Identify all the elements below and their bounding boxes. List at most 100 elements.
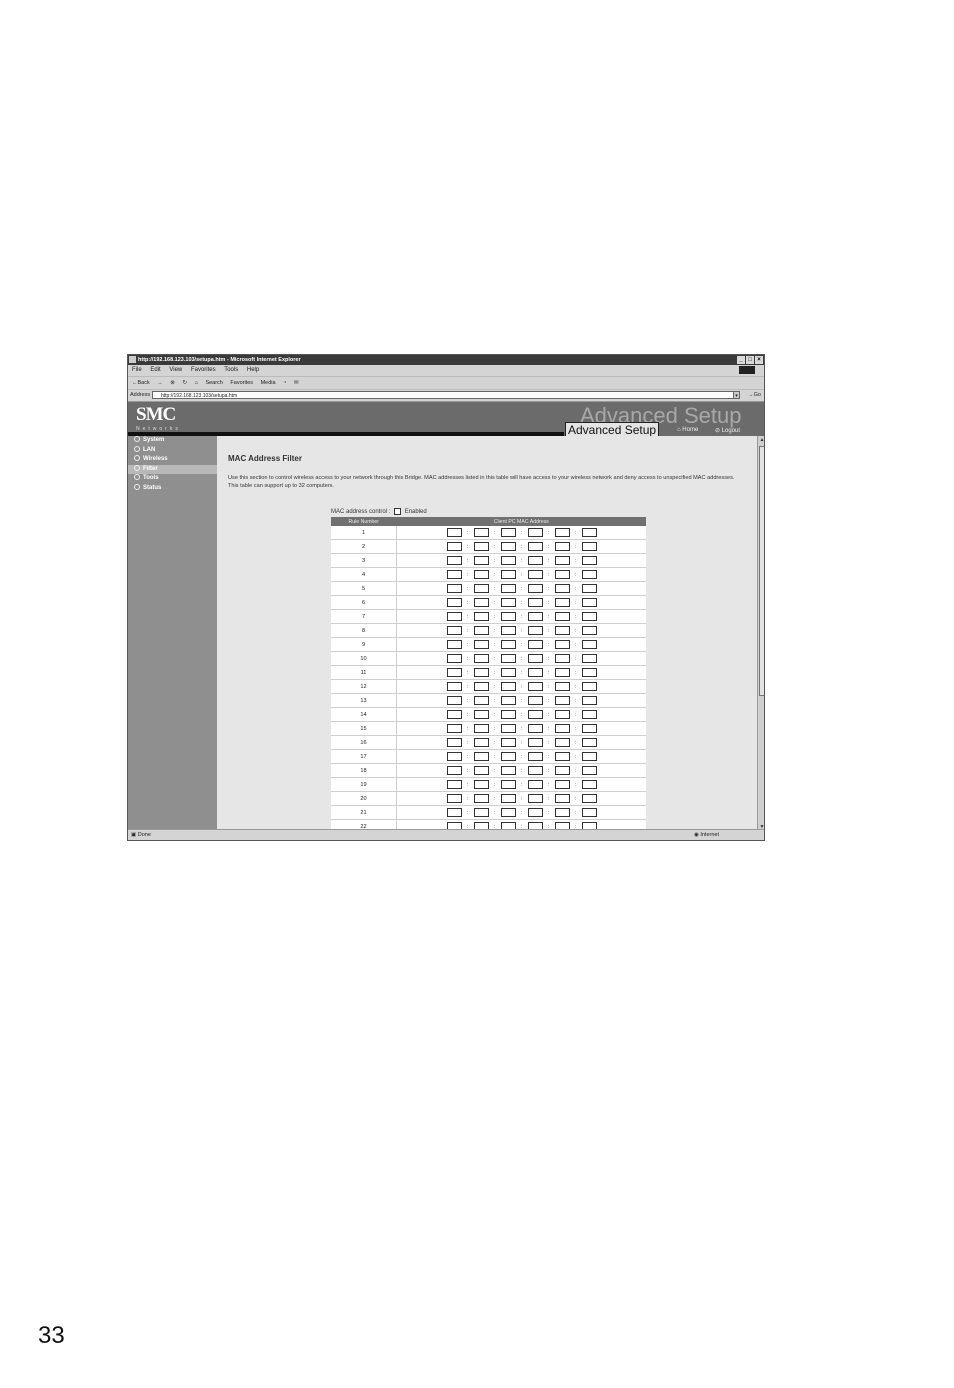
mac-octet-input[interactable] (527, 584, 543, 593)
mac-octet-input[interactable] (473, 556, 489, 565)
mac-octet-input[interactable] (500, 584, 516, 593)
mac-octet-input[interactable] (500, 766, 516, 775)
mac-octet-input[interactable] (554, 598, 570, 607)
sidebar-item-wireless[interactable]: Wireless (128, 455, 217, 465)
mac-octet-input[interactable] (500, 542, 516, 551)
mac-octet-input[interactable] (527, 626, 543, 635)
mac-octet-input[interactable] (581, 654, 597, 663)
mac-octet-input[interactable] (446, 724, 462, 733)
mac-octet-input[interactable] (473, 808, 489, 817)
mac-octet-input[interactable] (554, 556, 570, 565)
mac-octet-input[interactable] (473, 738, 489, 747)
mac-octet-input[interactable] (581, 808, 597, 817)
forward-button[interactable]: → (157, 380, 163, 386)
mac-octet-input[interactable] (581, 794, 597, 803)
mac-octet-input[interactable] (473, 640, 489, 649)
sidebar-item-lan[interactable]: LAN (128, 445, 217, 456)
mac-octet-input[interactable] (473, 710, 489, 719)
mac-octet-input[interactable] (500, 528, 516, 537)
mac-octet-input[interactable] (473, 794, 489, 803)
mac-octet-input[interactable] (446, 668, 462, 677)
mac-octet-input[interactable] (500, 808, 516, 817)
mac-octet-input[interactable] (446, 542, 462, 551)
mac-octet-input[interactable] (527, 808, 543, 817)
mac-octet-input[interactable] (500, 724, 516, 733)
mac-octet-input[interactable] (581, 766, 597, 775)
menu-favorites[interactable]: Favorites (191, 367, 216, 373)
search-button[interactable]: Search (205, 380, 222, 386)
mac-octet-input[interactable] (446, 640, 462, 649)
mac-octet-input[interactable] (446, 752, 462, 761)
mac-octet-input[interactable] (527, 710, 543, 719)
mac-octet-input[interactable] (581, 738, 597, 747)
mac-octet-input[interactable] (527, 724, 543, 733)
mac-octet-input[interactable] (473, 584, 489, 593)
go-button[interactable]: →Go (748, 390, 761, 401)
mac-octet-input[interactable] (581, 696, 597, 705)
mac-octet-input[interactable] (527, 752, 543, 761)
mac-octet-input[interactable] (527, 612, 543, 621)
mac-octet-input[interactable] (446, 696, 462, 705)
mac-octet-input[interactable] (473, 542, 489, 551)
mac-octet-input[interactable] (473, 528, 489, 537)
mac-octet-input[interactable] (581, 528, 597, 537)
mac-octet-input[interactable] (581, 710, 597, 719)
mac-octet-input[interactable] (446, 556, 462, 565)
mac-octet-input[interactable] (473, 654, 489, 663)
mac-octet-input[interactable] (473, 612, 489, 621)
scroll-up-icon[interactable]: ▲ (758, 436, 764, 444)
mac-octet-input[interactable] (554, 696, 570, 705)
mac-octet-input[interactable] (446, 584, 462, 593)
mac-octet-input[interactable] (527, 668, 543, 677)
mac-octet-input[interactable] (473, 668, 489, 677)
mac-octet-input[interactable] (446, 654, 462, 663)
mac-octet-input[interactable] (527, 640, 543, 649)
mac-octet-input[interactable] (446, 794, 462, 803)
mac-octet-input[interactable] (581, 682, 597, 691)
sidebar-item-system[interactable]: System (128, 436, 217, 446)
mac-octet-input[interactable] (446, 766, 462, 775)
mac-octet-input[interactable] (554, 542, 570, 551)
history-icon[interactable]: ◔ (283, 380, 286, 386)
address-input[interactable]: http://192.168.123.103/setupa.htm (152, 391, 739, 399)
mac-octet-input[interactable] (581, 612, 597, 621)
logout-link[interactable]: ⊘ Logout (715, 427, 740, 434)
mac-octet-input[interactable] (473, 682, 489, 691)
mac-octet-input[interactable] (554, 780, 570, 789)
mac-octet-input[interactable] (500, 696, 516, 705)
mac-octet-input[interactable] (446, 738, 462, 747)
mac-octet-input[interactable] (500, 570, 516, 579)
menu-edit[interactable]: Edit (150, 367, 160, 373)
mac-octet-input[interactable] (500, 556, 516, 565)
mac-octet-input[interactable] (500, 626, 516, 635)
mac-octet-input[interactable] (581, 724, 597, 733)
mac-octet-input[interactable] (500, 640, 516, 649)
mac-octet-input[interactable] (500, 654, 516, 663)
mac-octet-input[interactable] (554, 710, 570, 719)
sidebar-item-tools[interactable]: Tools (128, 474, 217, 484)
mac-octet-input[interactable] (581, 780, 597, 789)
mac-octet-input[interactable] (527, 682, 543, 691)
mac-octet-input[interactable] (581, 556, 597, 565)
mac-octet-input[interactable] (500, 710, 516, 719)
mac-octet-input[interactable] (581, 542, 597, 551)
menu-help[interactable]: Help (247, 367, 259, 373)
mac-octet-input[interactable] (581, 668, 597, 677)
mac-octet-input[interactable] (527, 696, 543, 705)
mac-octet-input[interactable] (527, 528, 543, 537)
mac-octet-input[interactable] (500, 738, 516, 747)
mac-octet-input[interactable] (473, 696, 489, 705)
mac-octet-input[interactable] (446, 808, 462, 817)
mac-octet-input[interactable] (446, 626, 462, 635)
menu-tools[interactable]: Tools (224, 367, 238, 373)
mac-octet-input[interactable] (446, 710, 462, 719)
mac-octet-input[interactable] (500, 612, 516, 621)
mac-octet-input[interactable] (527, 654, 543, 663)
mac-octet-input[interactable] (500, 752, 516, 761)
mac-octet-input[interactable] (581, 598, 597, 607)
back-button[interactable]: ←Back (132, 380, 150, 386)
mac-octet-input[interactable] (527, 542, 543, 551)
home-icon[interactable]: ⌂ (195, 380, 198, 386)
mac-octet-input[interactable] (500, 780, 516, 789)
mac-octet-input[interactable] (581, 626, 597, 635)
